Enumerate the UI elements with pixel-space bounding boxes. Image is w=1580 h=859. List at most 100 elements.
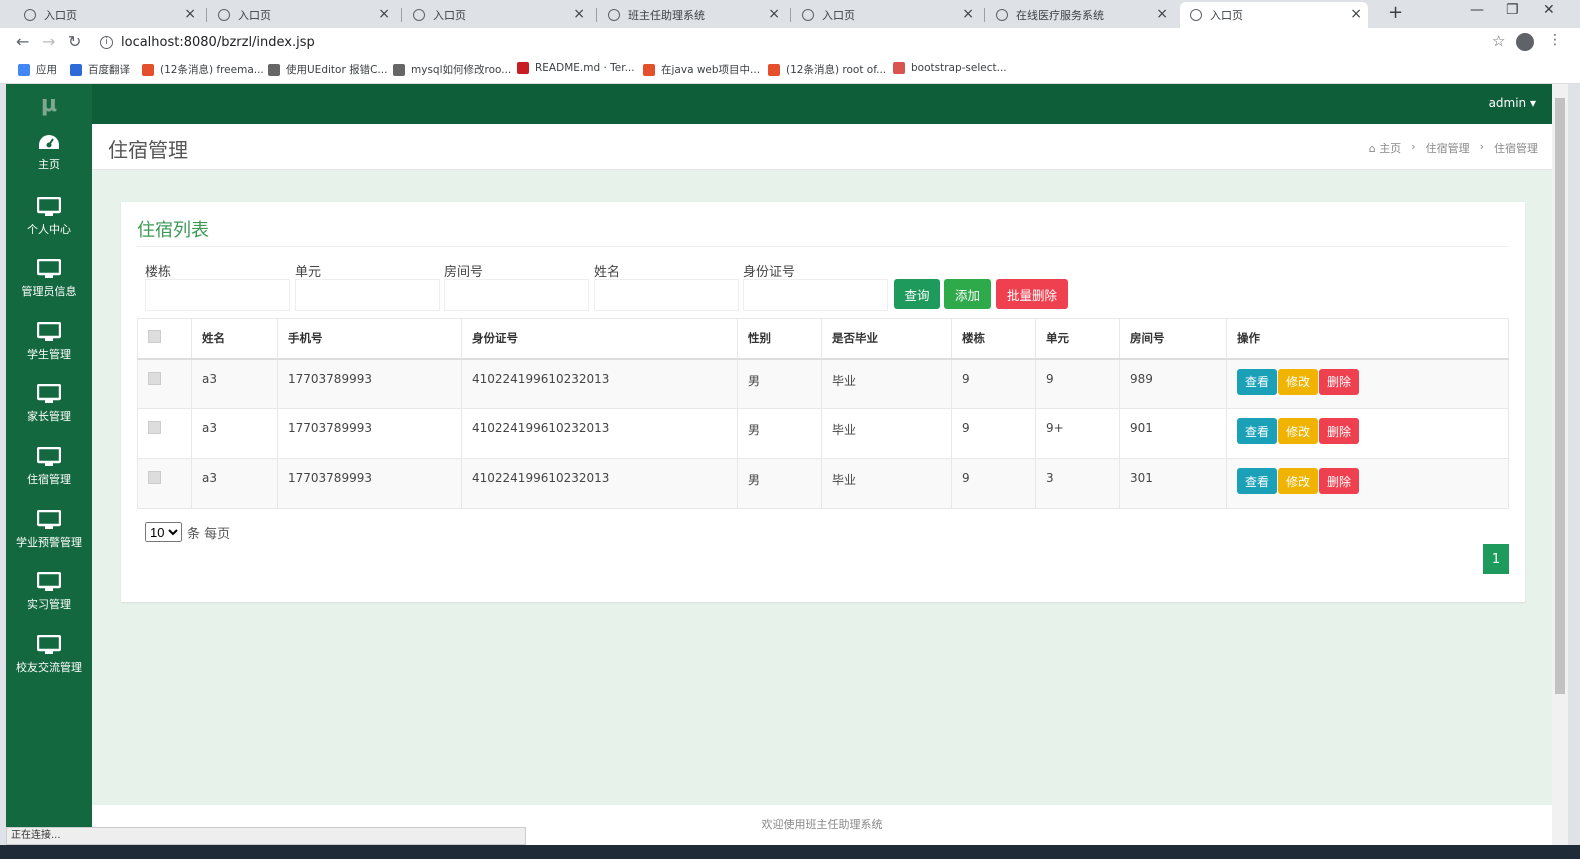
- minimize-button[interactable]: —: [1470, 2, 1484, 18]
- unit-input[interactable]: [295, 279, 440, 311]
- bookmark-item[interactable]: README.md · Ter...: [517, 62, 635, 74]
- column-header: 手机号: [277, 318, 462, 360]
- close-icon[interactable]: ×: [378, 6, 390, 22]
- table-cell: 3: [1035, 458, 1120, 509]
- browser-tab[interactable]: 班主任助理系统 ×: [598, 2, 786, 28]
- row-checkbox[interactable]: [148, 421, 161, 434]
- forward-icon[interactable]: →: [42, 32, 55, 51]
- view-button[interactable]: 查看: [1237, 468, 1277, 494]
- row-checkbox[interactable]: [148, 371, 161, 385]
- page-size-select[interactable]: 10: [145, 522, 182, 542]
- sidebar-item[interactable]: 家长管理: [6, 378, 92, 440]
- bookmark-star-icon[interactable]: ☆: [1492, 32, 1505, 50]
- bookmark-item[interactable]: bootstrap-select...: [893, 62, 1007, 74]
- browser-tab[interactable]: 入口页 ×: [403, 2, 591, 28]
- logo-icon: [393, 63, 405, 76]
- view-button[interactable]: 查看: [1237, 368, 1277, 395]
- view-button[interactable]: 查看: [1237, 418, 1277, 444]
- row-checkbox[interactable]: [148, 471, 161, 484]
- sidebar-item[interactable]: 学生管理: [6, 316, 92, 378]
- close-icon[interactable]: ×: [768, 6, 780, 22]
- globe-icon: [802, 9, 814, 21]
- table-cell: 男: [737, 458, 822, 509]
- table-cell: 9: [951, 458, 1036, 509]
- close-icon[interactable]: ×: [184, 6, 196, 22]
- edit-button[interactable]: 修改: [1278, 368, 1318, 395]
- sidebar-item[interactable]: 个人中心: [6, 191, 92, 253]
- close-icon[interactable]: ×: [1156, 6, 1168, 22]
- bookmark-item[interactable]: 百度翻译: [70, 62, 130, 77]
- apps-icon: [18, 63, 30, 76]
- row-select-cell: [137, 408, 192, 459]
- sidebar-item-label: 学业预警管理: [16, 535, 82, 549]
- building-input[interactable]: [145, 279, 290, 311]
- dashboard-icon: [39, 135, 59, 149]
- add-button[interactable]: 添加: [944, 279, 991, 309]
- actions-cell: 查看 修改 删除: [1226, 408, 1509, 459]
- address-bar[interactable]: i localhost:8080/bzrzl/index.jsp: [100, 31, 1480, 53]
- csdn-icon: [142, 63, 154, 76]
- table-cell: 9: [1035, 358, 1120, 409]
- reload-icon[interactable]: ↻: [68, 32, 81, 51]
- column-header: 房间号: [1119, 318, 1227, 360]
- sidebar-item[interactable]: 住宿管理: [6, 441, 92, 503]
- sidebar-item[interactable]: 主页: [6, 128, 92, 190]
- page-number-button[interactable]: 1: [1483, 544, 1509, 574]
- edit-button[interactable]: 修改: [1278, 418, 1318, 444]
- restore-button[interactable]: ❐: [1506, 2, 1519, 18]
- room-input[interactable]: [444, 279, 589, 311]
- monitor-icon: [37, 509, 61, 529]
- bookmark-item[interactable]: (12条消息) freema...: [142, 62, 264, 77]
- name-input[interactable]: [594, 279, 739, 311]
- batch-delete-button[interactable]: 批量删除: [996, 279, 1068, 309]
- close-window-button[interactable]: ✕: [1543, 2, 1555, 18]
- close-icon[interactable]: ×: [1350, 6, 1362, 22]
- page-size-control: 10 条 每页: [145, 522, 230, 542]
- sidebar-item[interactable]: 管理员信息: [6, 253, 92, 315]
- bookmark-item[interactable]: 使用UEditor 报错C...: [268, 62, 387, 77]
- filter-label-id: 身份证号: [743, 265, 796, 280]
- scrollbar[interactable]: [1552, 84, 1568, 845]
- back-icon[interactable]: ←: [16, 32, 29, 51]
- edit-button[interactable]: 修改: [1278, 468, 1318, 494]
- account-icon[interactable]: [1516, 33, 1534, 51]
- scrollbar-thumb[interactable]: [1555, 98, 1565, 694]
- actions-cell: 查看 修改 删除: [1226, 358, 1509, 409]
- id-number-input[interactable]: [743, 279, 888, 311]
- records-table: 姓名 手机号 身份证号 性别 是否毕业 楼栋 单元 房间号 操作 a3 17703…: [137, 318, 1509, 509]
- query-button[interactable]: 查询: [894, 279, 940, 309]
- bookmark-item[interactable]: (12条消息) root of...: [768, 62, 886, 77]
- bookmark-item[interactable]: 应用: [18, 62, 57, 77]
- browser-tab-active[interactable]: 入口页 ×: [1180, 2, 1368, 28]
- new-tab-button[interactable]: +: [1388, 2, 1403, 23]
- close-icon[interactable]: ×: [962, 6, 974, 22]
- table-cell: 9: [951, 408, 1036, 459]
- browser-tab[interactable]: 入口页 ×: [14, 2, 202, 28]
- table-cell: 301: [1119, 458, 1227, 509]
- sidebar-item-label: 实习管理: [27, 598, 71, 612]
- user-menu[interactable]: admin ▾: [1489, 96, 1536, 110]
- bookmark-item[interactable]: 在java web项目中...: [643, 62, 760, 77]
- bookmark-item[interactable]: mysql如何修改roo...: [393, 62, 511, 77]
- browser-tab[interactable]: 入口页 ×: [792, 2, 980, 28]
- sidebar-item[interactable]: 学业预警管理: [6, 504, 92, 566]
- sidebar-item[interactable]: 实习管理: [6, 566, 92, 628]
- delete-button[interactable]: 删除: [1319, 368, 1359, 395]
- delete-button[interactable]: 删除: [1319, 418, 1359, 444]
- table-cell: 男: [737, 408, 822, 459]
- breadcrumb-home[interactable]: ⌂ 主页: [1369, 140, 1401, 156]
- globe-icon: [218, 9, 230, 21]
- info-icon[interactable]: i: [100, 35, 113, 49]
- select-all-checkbox[interactable]: [148, 330, 161, 344]
- monitor-icon: [37, 321, 61, 341]
- browser-tab[interactable]: 入口页 ×: [208, 2, 396, 28]
- close-icon[interactable]: ×: [573, 6, 585, 22]
- delete-button[interactable]: 删除: [1319, 468, 1359, 494]
- sidebar-item[interactable]: 校友交流管理: [6, 629, 92, 691]
- sidebar: μ 主页 个人中心 管理员信息 学生管理 家长管理 住宿管理 学业预警管理 实习管理 校友交流管…: [6, 84, 92, 845]
- menu-icon[interactable]: ⋮: [1548, 32, 1562, 48]
- column-header: 楼栋: [951, 318, 1036, 360]
- breadcrumb-current: 住宿管理: [1494, 142, 1538, 155]
- breadcrumb-item[interactable]: 住宿管理: [1426, 140, 1470, 156]
- browser-tab[interactable]: 在线医疗服务系统 ×: [986, 2, 1174, 28]
